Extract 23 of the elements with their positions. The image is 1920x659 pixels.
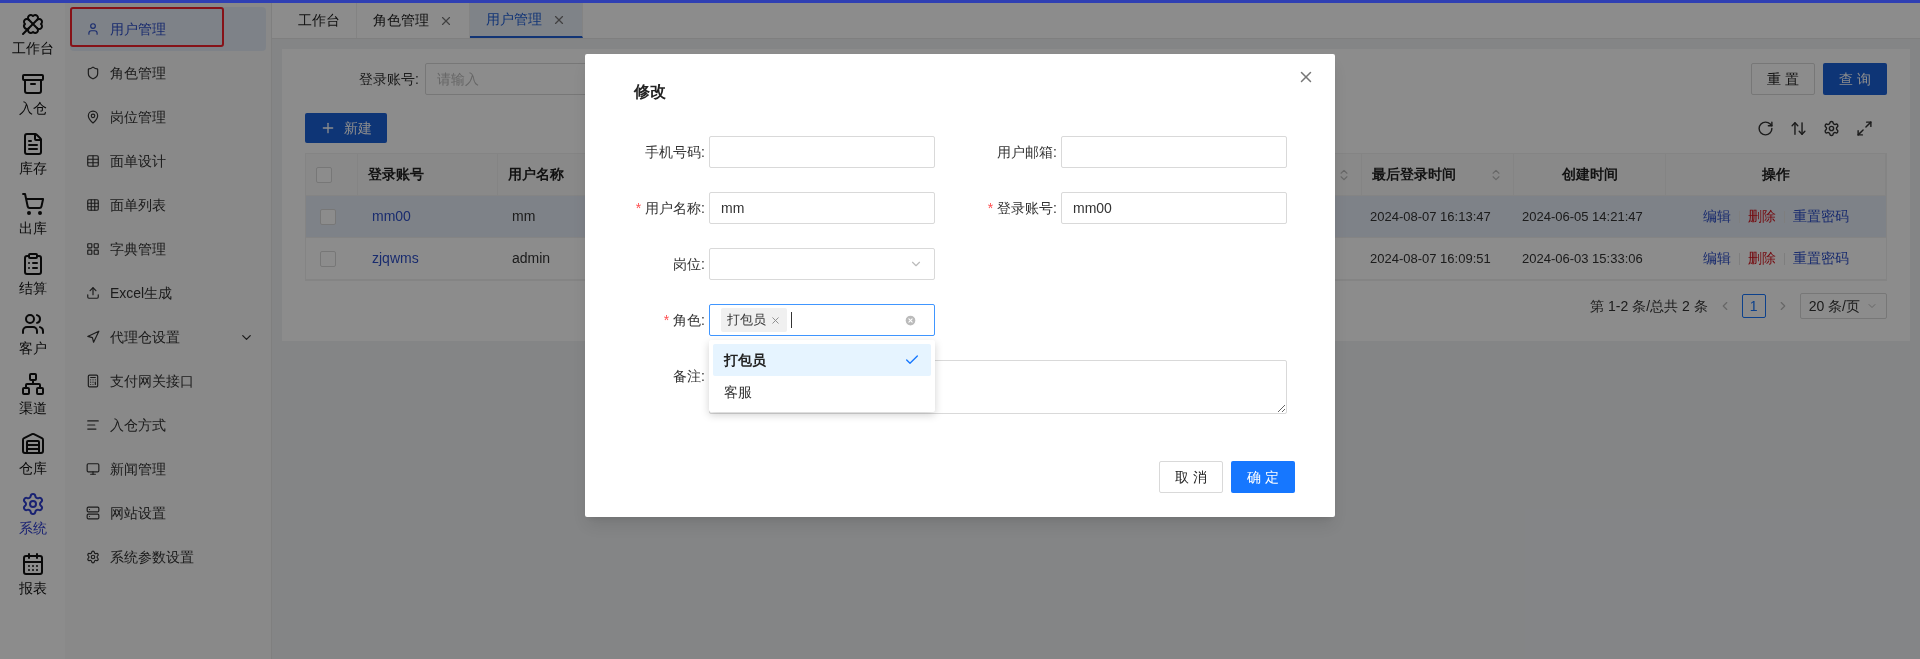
field-label: 备注:: [673, 366, 705, 386]
search-label: 登录账号:: [358, 69, 420, 89]
table-cell-text: 2024-08-07 16:09:51: [1370, 249, 1491, 268]
table-cell-text: admin: [512, 249, 551, 268]
table-cell-text: mm: [512, 207, 536, 226]
column-header: 创建时间: [1514, 154, 1666, 195]
field-label: 角色:: [673, 310, 705, 330]
required-mark: *: [987, 198, 994, 218]
column-header: 最后登录时间: [1362, 154, 1514, 195]
selected-tag: 打包员: [721, 308, 787, 332]
field-label: 登录账号:: [997, 198, 1057, 218]
table-cell-text: 2024-06-03 15:33:06: [1522, 249, 1643, 268]
required-mark: *: [663, 310, 670, 330]
table-cell-text: 2024-06-05 14:21:47: [1522, 207, 1643, 226]
column-header: 登录账号: [358, 154, 498, 195]
field-label: 手机号码:: [645, 142, 705, 162]
required-mark: *: [635, 198, 642, 218]
table-cell-text: 2024-08-07 16:13:47: [1370, 207, 1491, 226]
field-label: 岗位:: [673, 254, 705, 274]
field-label: 用户邮箱:: [997, 142, 1057, 162]
column-header: 操作: [1666, 154, 1886, 195]
pagination-summary: 第 1-2 条/总共 2 条: [1590, 296, 1708, 316]
field-label: 用户名称:: [645, 198, 705, 218]
